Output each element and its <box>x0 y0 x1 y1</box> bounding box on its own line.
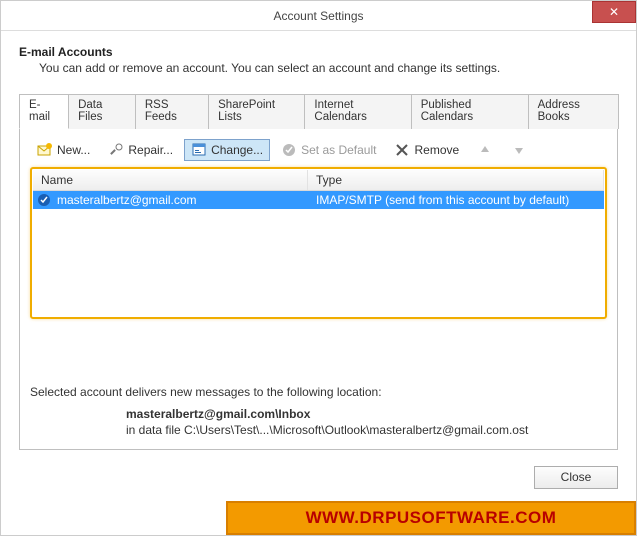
account-type: IMAP/SMTP (send from this account by def… <box>308 193 604 207</box>
delivery-path: in data file C:\Users\Test\...\Microsoft… <box>126 423 607 437</box>
watermark-banner: WWW.DRPUSOFTWARE.COM <box>226 501 636 535</box>
arrow-down-icon <box>511 142 527 158</box>
tab-address-books[interactable]: Address Books <box>528 94 619 129</box>
close-icon: ✕ <box>609 5 619 19</box>
list-header: Name Type <box>33 170 604 191</box>
arrow-up-icon <box>477 142 493 158</box>
move-down-button <box>504 139 534 161</box>
default-label: Set as Default <box>301 143 376 157</box>
table-row[interactable]: masteralbertz@gmail.com IMAP/SMTP (send … <box>33 191 604 209</box>
new-button[interactable]: New... <box>30 139 97 161</box>
default-account-check-icon <box>33 193 55 207</box>
remove-button[interactable]: Remove <box>387 139 466 161</box>
title-bar: Account Settings ✕ <box>1 1 636 31</box>
set-default-button: Set as Default <box>274 139 383 161</box>
column-name[interactable]: Name <box>33 170 308 190</box>
column-type[interactable]: Type <box>308 170 604 190</box>
delivery-info: Selected account delivers new messages t… <box>30 385 607 437</box>
remove-label: Remove <box>414 143 459 157</box>
header-section: E-mail Accounts You can add or remove an… <box>1 31 636 75</box>
dialog-footer: Close <box>534 466 618 489</box>
change-label: Change... <box>211 143 263 157</box>
section-description: You can add or remove an account. You ca… <box>39 61 618 75</box>
wrench-gear-icon <box>108 142 124 158</box>
account-list[interactable]: Name Type masteralbertz@gmail.com IMAP/S… <box>30 167 607 319</box>
change-button[interactable]: Change... <box>184 139 270 161</box>
move-up-button <box>470 139 500 161</box>
tab-published-calendars[interactable]: Published Calendars <box>411 94 529 129</box>
repair-button[interactable]: Repair... <box>101 139 180 161</box>
delivery-intro: Selected account delivers new messages t… <box>30 385 607 399</box>
envelope-new-icon <box>37 142 53 158</box>
new-label: New... <box>57 143 90 157</box>
close-button[interactable]: Close <box>534 466 618 489</box>
tab-sharepoint-lists[interactable]: SharePoint Lists <box>208 94 305 129</box>
repair-label: Repair... <box>128 143 173 157</box>
section-title: E-mail Accounts <box>19 45 618 59</box>
window-title: Account Settings <box>1 9 636 23</box>
watermark-text: WWW.DRPUSOFTWARE.COM <box>306 508 557 528</box>
tab-data-files[interactable]: Data Files <box>68 94 136 129</box>
window-close-button[interactable]: ✕ <box>592 1 636 23</box>
tab-rss-feeds[interactable]: RSS Feeds <box>135 94 209 129</box>
tab-internet-calendars[interactable]: Internet Calendars <box>304 94 411 129</box>
delivery-location: masteralbertz@gmail.com\Inbox <box>126 407 607 421</box>
remove-x-icon <box>394 142 410 158</box>
check-circle-icon <box>281 142 297 158</box>
account-name: masteralbertz@gmail.com <box>55 193 308 207</box>
email-tab-panel: New... Repair... Change... Set as Defaul… <box>19 128 618 450</box>
tab-email[interactable]: E-mail <box>19 94 69 129</box>
tab-strip: E-mail Data Files RSS Feeds SharePoint L… <box>19 94 618 129</box>
properties-icon <box>191 142 207 158</box>
toolbar: New... Repair... Change... Set as Defaul… <box>30 137 607 167</box>
